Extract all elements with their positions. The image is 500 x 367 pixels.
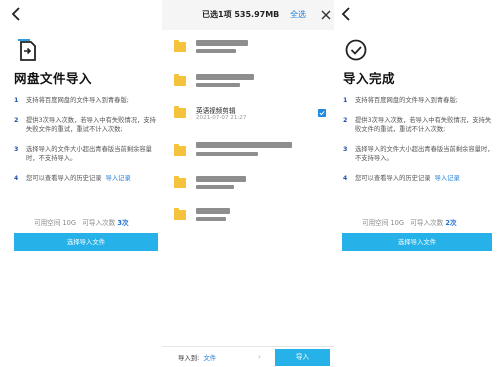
tip-item: 2 提供3次导入次数，若导入中有失败情况，支持失败文件的重试，重试不计入次数;	[343, 116, 495, 135]
space-value: 10G	[62, 219, 76, 227]
chevron-right-icon: ›	[258, 353, 261, 361]
list-item[interactable]	[162, 138, 334, 168]
count-value: 3次	[117, 219, 129, 227]
import-complete-panel: 导入完成 1 支持将百度网盘的文件导入到青春版; 2 提供3次导入次数，若导入中…	[334, 0, 500, 367]
tip-number: 3	[343, 145, 348, 153]
tip-item: 1 支持将百度网盘的文件导入到青春版;	[343, 96, 495, 106]
back-arrow-icon[interactable]	[340, 6, 354, 22]
list-item[interactable]	[162, 34, 334, 64]
tip-item: 3 选择导入的文件大小超出青春版当前剩余容量时，不支持导入。	[14, 145, 162, 164]
redacted-date	[196, 49, 236, 53]
file-list: 英语视频剪辑 2021-07-07 21:27	[162, 30, 334, 346]
count-value: 2次	[445, 219, 457, 227]
tip-item: 1 支持将百度网盘的文件导入到青春版;	[14, 96, 162, 106]
redacted-date	[196, 152, 258, 156]
redacted-name	[196, 142, 292, 148]
quota-stats: 可用空间 10G 可导入次数 3次	[34, 217, 129, 227]
redacted-name	[196, 74, 254, 80]
file-import-icon	[14, 37, 40, 63]
space-value: 10G	[390, 219, 404, 227]
tip-text: 支持将百度网盘的文件导入到青春版;	[26, 97, 129, 104]
tip-number: 1	[343, 97, 348, 104]
success-check-icon	[343, 37, 369, 63]
redacted-date	[196, 83, 240, 87]
folder-icon	[174, 176, 186, 188]
redacted-name	[196, 176, 246, 182]
import-intro-panel: 网盘文件导入 1 支持将百度网盘的文件导入到青春版; 2 提供3次导入次数，若导…	[0, 0, 162, 367]
tip-text: 您可以查看导入的历史记录	[355, 174, 431, 182]
folder-icon	[174, 74, 186, 86]
tip-item: 2 提供3次导入次数，若导入中有失败情况，支持失败文件的重试，重试不计入次数;	[14, 116, 162, 135]
list-item[interactable]: 英语视频剪辑 2021-07-07 21:27	[162, 100, 334, 130]
page-title: 导入完成	[343, 71, 396, 86]
count-label: 可导入次数	[410, 219, 444, 227]
tip-item: 4 您可以查看导入的历史记录 导入记录	[343, 174, 495, 184]
tip-number: 2	[14, 116, 19, 124]
tip-number: 2	[343, 116, 348, 124]
space-label: 可用空间	[34, 219, 61, 227]
destination-value: 文件	[203, 354, 217, 362]
checkbox-checked[interactable]	[318, 109, 326, 117]
tip-number: 4	[14, 174, 19, 182]
redacted-date	[196, 185, 234, 189]
import-destination[interactable]: 导入到: 文件	[178, 353, 216, 362]
tip-text: 支持将百度网盘的文件导入到青春版;	[355, 97, 458, 104]
import-history-link[interactable]: 导入记录	[435, 175, 460, 182]
count-label: 可导入次数	[82, 219, 116, 227]
tip-text: 提供3次导入次数，若导入中有失败情况，支持失败文件的重试，重试不计入次数;	[355, 116, 492, 134]
back-arrow-icon[interactable]	[10, 6, 24, 22]
tip-number: 1	[14, 97, 19, 104]
select-files-button[interactable]: 选择导入文件	[342, 233, 492, 251]
tip-text: 选择导入的文件大小超出青春版当前剩余容量时，不支持导入。	[26, 145, 152, 163]
list-item[interactable]	[162, 202, 334, 232]
folder-icon	[174, 144, 186, 156]
tips-list: 1 支持将百度网盘的文件导入到青春版; 2 提供3次导入次数，若导入中有失败情况…	[343, 96, 495, 193]
picker-footer: 导入到: 文件 › 导入	[162, 346, 334, 367]
selection-summary: 已选1项 535.97MB	[202, 10, 280, 19]
tip-text: 提供3次导入次数，若导入中有失败情况，支持失败文件的重试，重试不计入次数;	[26, 116, 156, 134]
picker-header: 已选1项 535.97MB 全选	[162, 0, 334, 30]
list-item[interactable]	[162, 170, 334, 200]
file-name: 英语视频剪辑	[196, 107, 236, 115]
redacted-name	[196, 40, 248, 46]
folder-icon	[174, 208, 186, 220]
folder-icon	[174, 40, 186, 52]
import-button[interactable]: 导入	[275, 349, 330, 366]
redacted-name	[196, 208, 230, 214]
folder-icon	[174, 106, 186, 118]
file-picker-panel: 已选1项 535.97MB 全选 英语视频剪辑 2021-07-07 21:27	[162, 0, 334, 367]
tip-text: 选择导入的文件大小超出青春版当前剩余容量时，不支持导入。	[355, 145, 494, 163]
tip-text: 您可以查看导入的历史记录	[26, 174, 102, 182]
select-files-button[interactable]: 选择导入文件	[14, 233, 158, 251]
list-item[interactable]	[162, 68, 334, 98]
tip-number: 3	[14, 145, 19, 153]
space-label: 可用空间	[362, 219, 389, 227]
import-history-link[interactable]: 导入记录	[106, 175, 131, 182]
close-icon[interactable]	[320, 6, 332, 20]
tips-list: 1 支持将百度网盘的文件导入到青春版; 2 提供3次导入次数，若导入中有失败情况…	[14, 96, 162, 193]
tip-number: 4	[343, 174, 348, 182]
quota-stats: 可用空间 10G 可导入次数 2次	[362, 217, 457, 227]
file-date: 2021-07-07 21:27	[196, 115, 247, 121]
tip-item: 3 选择导入的文件大小超出青春版当前剩余容量时，不支持导入。	[343, 145, 495, 164]
page-title: 网盘文件导入	[14, 71, 93, 86]
select-all-button[interactable]: 全选	[290, 9, 306, 20]
tip-item: 4 您可以查看导入的历史记录 导入记录	[14, 174, 162, 184]
import-to-label: 导入到:	[178, 354, 200, 362]
redacted-date	[196, 217, 226, 221]
